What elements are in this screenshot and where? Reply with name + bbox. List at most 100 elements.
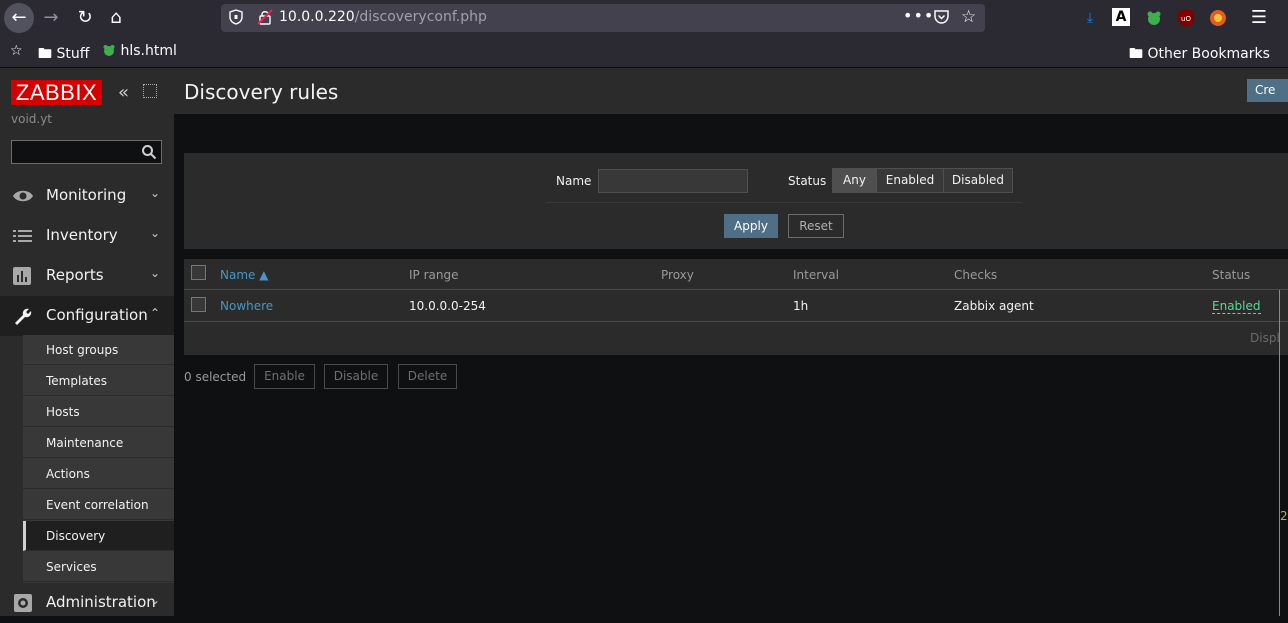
status-any-option[interactable]: Any bbox=[832, 168, 877, 193]
discovery-rules-table: Name ▲ IP range Proxy Interval Checks St… bbox=[184, 259, 1288, 355]
url-text[interactable]: 10.0.0.220/discoveryconf.php bbox=[279, 9, 487, 25]
submenu-label: Actions bbox=[46, 467, 90, 481]
submenu-label: Host groups bbox=[46, 343, 119, 357]
row-divider bbox=[184, 321, 1288, 322]
folder-icon: 🖿 bbox=[1129, 46, 1143, 62]
menu-label: Monitoring bbox=[46, 186, 127, 204]
rule-name-link[interactable]: Nowhere bbox=[220, 299, 273, 313]
search-icon[interactable] bbox=[141, 144, 157, 160]
server-name: void.yt bbox=[11, 112, 53, 126]
submenu-label: Maintenance bbox=[46, 436, 124, 450]
paging-info: Displ bbox=[1250, 331, 1280, 345]
bookmark-hls[interactable]: hls.html bbox=[102, 43, 177, 59]
rule-interval: 1h bbox=[793, 299, 809, 313]
frog-icon bbox=[103, 45, 115, 56]
page-title: Discovery rules bbox=[184, 80, 339, 104]
submenu-discovery[interactable]: Discovery bbox=[23, 521, 174, 551]
submenu-maintenance[interactable]: Maintenance bbox=[23, 428, 174, 458]
rule-checks: Zabbix agent bbox=[954, 299, 1034, 313]
disable-button[interactable]: Disable bbox=[324, 364, 388, 389]
submenu-templates[interactable]: Templates bbox=[23, 366, 174, 396]
submenu-actions[interactable]: Actions bbox=[23, 459, 174, 489]
other-bookmarks-label: Other Bookmarks bbox=[1147, 46, 1270, 62]
submenu-label: Event correlation bbox=[46, 498, 149, 512]
selected-count: 0 selected bbox=[184, 370, 247, 384]
submenu-services[interactable]: Services bbox=[23, 552, 174, 582]
eye-icon bbox=[13, 190, 33, 202]
scrollbar-edge[interactable] bbox=[1279, 290, 1288, 616]
forward-arrow-icon[interactable]: → bbox=[36, 3, 66, 33]
menu-monitoring[interactable]: Monitoring ⌄ bbox=[0, 176, 174, 216]
bookmarks-bar: ☆ 🖿 Stuff hls.html 🖿 Other Bookmarks bbox=[0, 36, 1288, 68]
bookmark-star-icon[interactable]: ☆ bbox=[10, 43, 23, 59]
submenu-label: Hosts bbox=[46, 405, 80, 419]
reload-icon[interactable]: ↻ bbox=[70, 3, 100, 33]
chevron-up-icon: ⌃ bbox=[150, 306, 161, 320]
menu-reports[interactable]: Reports ⌄ bbox=[0, 256, 174, 296]
submenu-label: Discovery bbox=[46, 529, 106, 543]
hamburger-menu-icon[interactable]: ☰ bbox=[1249, 8, 1269, 28]
row-checkbox[interactable] bbox=[191, 297, 206, 312]
enable-button[interactable]: Enable bbox=[254, 364, 315, 389]
select-all-checkbox[interactable] bbox=[191, 265, 206, 280]
insecure-lock-icon[interactable] bbox=[257, 9, 273, 25]
filter-name-input[interactable] bbox=[598, 169, 748, 193]
reset-button[interactable]: Reset bbox=[788, 214, 844, 238]
svg-text:uO: uO bbox=[1181, 15, 1191, 23]
gear-icon bbox=[14, 594, 32, 612]
more-icon[interactable]: ••• bbox=[903, 6, 934, 25]
rule-status-link[interactable]: Enabled bbox=[1212, 299, 1261, 314]
list-icon bbox=[13, 230, 32, 242]
bookmark-label: Stuff bbox=[56, 46, 90, 62]
extension-icon[interactable] bbox=[1208, 8, 1228, 28]
submenu-hosts[interactable]: Hosts bbox=[23, 397, 174, 427]
back-arrow-icon[interactable]: ← bbox=[4, 3, 34, 33]
ublock-icon[interactable]: uO bbox=[1176, 8, 1196, 28]
chevron-down-icon: ⌄ bbox=[150, 226, 161, 240]
header-divider bbox=[184, 289, 1288, 290]
filter-status-label: Status bbox=[788, 174, 827, 188]
zabbix-logo[interactable]: ZABBIX bbox=[11, 80, 102, 105]
filter-panel: Name Status Any Enabled Disabled Apply R… bbox=[184, 153, 1288, 249]
column-header-name[interactable]: Name ▲ bbox=[220, 268, 268, 282]
filter-divider bbox=[546, 202, 1022, 203]
bookmark-stuff[interactable]: 🖿 Stuff bbox=[38, 43, 89, 67]
status-enabled-option[interactable]: Enabled bbox=[876, 168, 944, 193]
kiosk-mode-icon[interactable] bbox=[143, 84, 157, 98]
collapse-sidebar-icon[interactable]: « bbox=[118, 82, 129, 103]
apply-button[interactable]: Apply bbox=[724, 214, 778, 238]
column-header-status: Status bbox=[1212, 268, 1251, 282]
other-bookmarks[interactable]: 🖿 Other Bookmarks bbox=[1129, 43, 1270, 67]
chevron-down-icon: ⌄ bbox=[150, 266, 161, 280]
page-header: Discovery rules Cre bbox=[174, 68, 1288, 114]
star-icon[interactable]: ☆ bbox=[961, 7, 976, 27]
column-header-ip-range: IP range bbox=[409, 268, 459, 282]
menu-administration[interactable]: Administration ⌄ bbox=[0, 583, 174, 623]
download-icon[interactable]: ⤓ bbox=[1080, 8, 1100, 28]
url-bar[interactable]: 10.0.0.220/discoveryconf.php ••• ☆ bbox=[221, 4, 985, 32]
pocket-icon[interactable] bbox=[933, 9, 950, 25]
shield-icon[interactable] bbox=[229, 9, 243, 25]
font-a-icon[interactable]: A bbox=[1112, 8, 1130, 26]
home-icon[interactable]: ⌂ bbox=[101, 3, 131, 33]
create-discovery-rule-button[interactable]: Cre bbox=[1247, 79, 1288, 102]
folder-icon: 🖿 bbox=[38, 46, 52, 62]
search-input[interactable] bbox=[11, 140, 162, 164]
edge-number: 2 bbox=[1280, 509, 1288, 523]
status-disabled-option[interactable]: Disabled bbox=[943, 168, 1013, 193]
menu-label: Reports bbox=[46, 266, 104, 284]
menu-label: Inventory bbox=[46, 226, 118, 244]
menu-inventory[interactable]: Inventory ⌄ bbox=[0, 216, 174, 256]
delete-button[interactable]: Delete bbox=[398, 364, 457, 389]
url-host: 10.0.0.220 bbox=[279, 9, 355, 25]
column-header-interval: Interval bbox=[793, 268, 839, 282]
submenu-host-groups[interactable]: Host groups bbox=[23, 335, 174, 365]
configuration-submenu: Host groups Templates Hosts Maintenance … bbox=[23, 335, 174, 583]
submenu-event-correlation[interactable]: Event correlation bbox=[23, 490, 174, 520]
browser-toolbar: ← → ↻ ⌂ 10.0.0.220/discoveryconf.php •••… bbox=[0, 0, 1288, 36]
bookmark-label: hls.html bbox=[120, 43, 177, 59]
chevron-down-icon: ⌄ bbox=[150, 593, 161, 607]
frog-icon[interactable] bbox=[1144, 8, 1164, 28]
submenu-label: Services bbox=[46, 560, 97, 574]
menu-configuration[interactable]: Configuration ⌃ bbox=[0, 296, 174, 336]
